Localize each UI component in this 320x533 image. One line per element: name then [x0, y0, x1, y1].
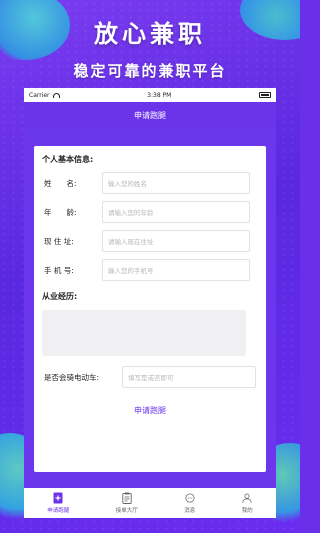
wifi-icon	[52, 92, 60, 98]
tab-label: 我的	[241, 508, 253, 514]
plus-document-icon	[53, 492, 63, 504]
name-label: 姓 名:	[44, 178, 77, 188]
ebike-input[interactable]: 填写是或否即可	[122, 366, 256, 388]
status-time: 3:38 PM	[147, 91, 172, 99]
nav-bar: 申请跑腿	[24, 102, 276, 128]
personal-info-title: 个人基本信息:	[42, 155, 94, 164]
battery-icon	[259, 92, 271, 98]
phone-label: 手 机 号:	[44, 265, 74, 275]
banner-headline: 放心兼职	[94, 20, 206, 48]
tab-bar: 申请跑腿 接单大厅 消息 我的	[24, 488, 276, 518]
form-row-address: 现 住 址: 请输入现在住址	[42, 230, 258, 252]
tab-apply[interactable]: 申请跑腿	[47, 492, 69, 514]
age-input[interactable]: 请输入您的年龄	[102, 201, 250, 223]
phone-screen: Carrier 3:38 PM 申请跑腿 个人基本信息: 姓 名: 输入您的姓名…	[24, 88, 276, 518]
form-row-phone: 手 机 号: 输入您的手机号	[42, 259, 258, 281]
address-label: 现 住 址:	[44, 236, 74, 246]
form-row-ebike: 是否会骑电动车: 填写是或否即可	[42, 366, 258, 388]
name-input[interactable]: 输入您的姓名	[102, 172, 250, 194]
experience-textarea[interactable]	[42, 310, 246, 356]
clipboard-icon	[122, 492, 132, 504]
experience-title: 从业经历:	[42, 292, 78, 301]
chat-bubble-icon	[185, 493, 195, 503]
carrier-label: Carrier	[29, 91, 50, 99]
status-bar: Carrier 3:38 PM	[24, 88, 276, 102]
ebike-label: 是否会骑电动车:	[44, 372, 100, 382]
tab-order-hall[interactable]: 接单大厅	[116, 492, 138, 514]
tab-label: 消息	[184, 508, 196, 514]
age-label: 年 龄:	[44, 207, 77, 217]
application-form: 个人基本信息: 姓 名: 输入您的姓名 年 龄: 请输入您的年龄 现 住 址: …	[34, 146, 266, 472]
form-row-age: 年 龄: 请输入您的年龄	[42, 201, 258, 223]
tab-profile[interactable]: 我的	[242, 492, 253, 514]
tab-label: 接单大厅	[115, 508, 138, 514]
tab-label: 申请跑腿	[47, 508, 70, 514]
tab-messages[interactable]: 消息	[184, 492, 195, 514]
banner-subline: 稳定可靠的兼职平台	[73, 62, 227, 80]
person-icon	[242, 493, 252, 503]
submit-button[interactable]: 申请跑腿	[34, 397, 266, 423]
address-input[interactable]: 请输入现在住址	[102, 230, 250, 252]
phone-input[interactable]: 输入您的手机号	[102, 259, 250, 281]
nav-title: 申请跑腿	[134, 110, 166, 120]
form-row-name: 姓 名: 输入您的姓名	[42, 172, 258, 194]
